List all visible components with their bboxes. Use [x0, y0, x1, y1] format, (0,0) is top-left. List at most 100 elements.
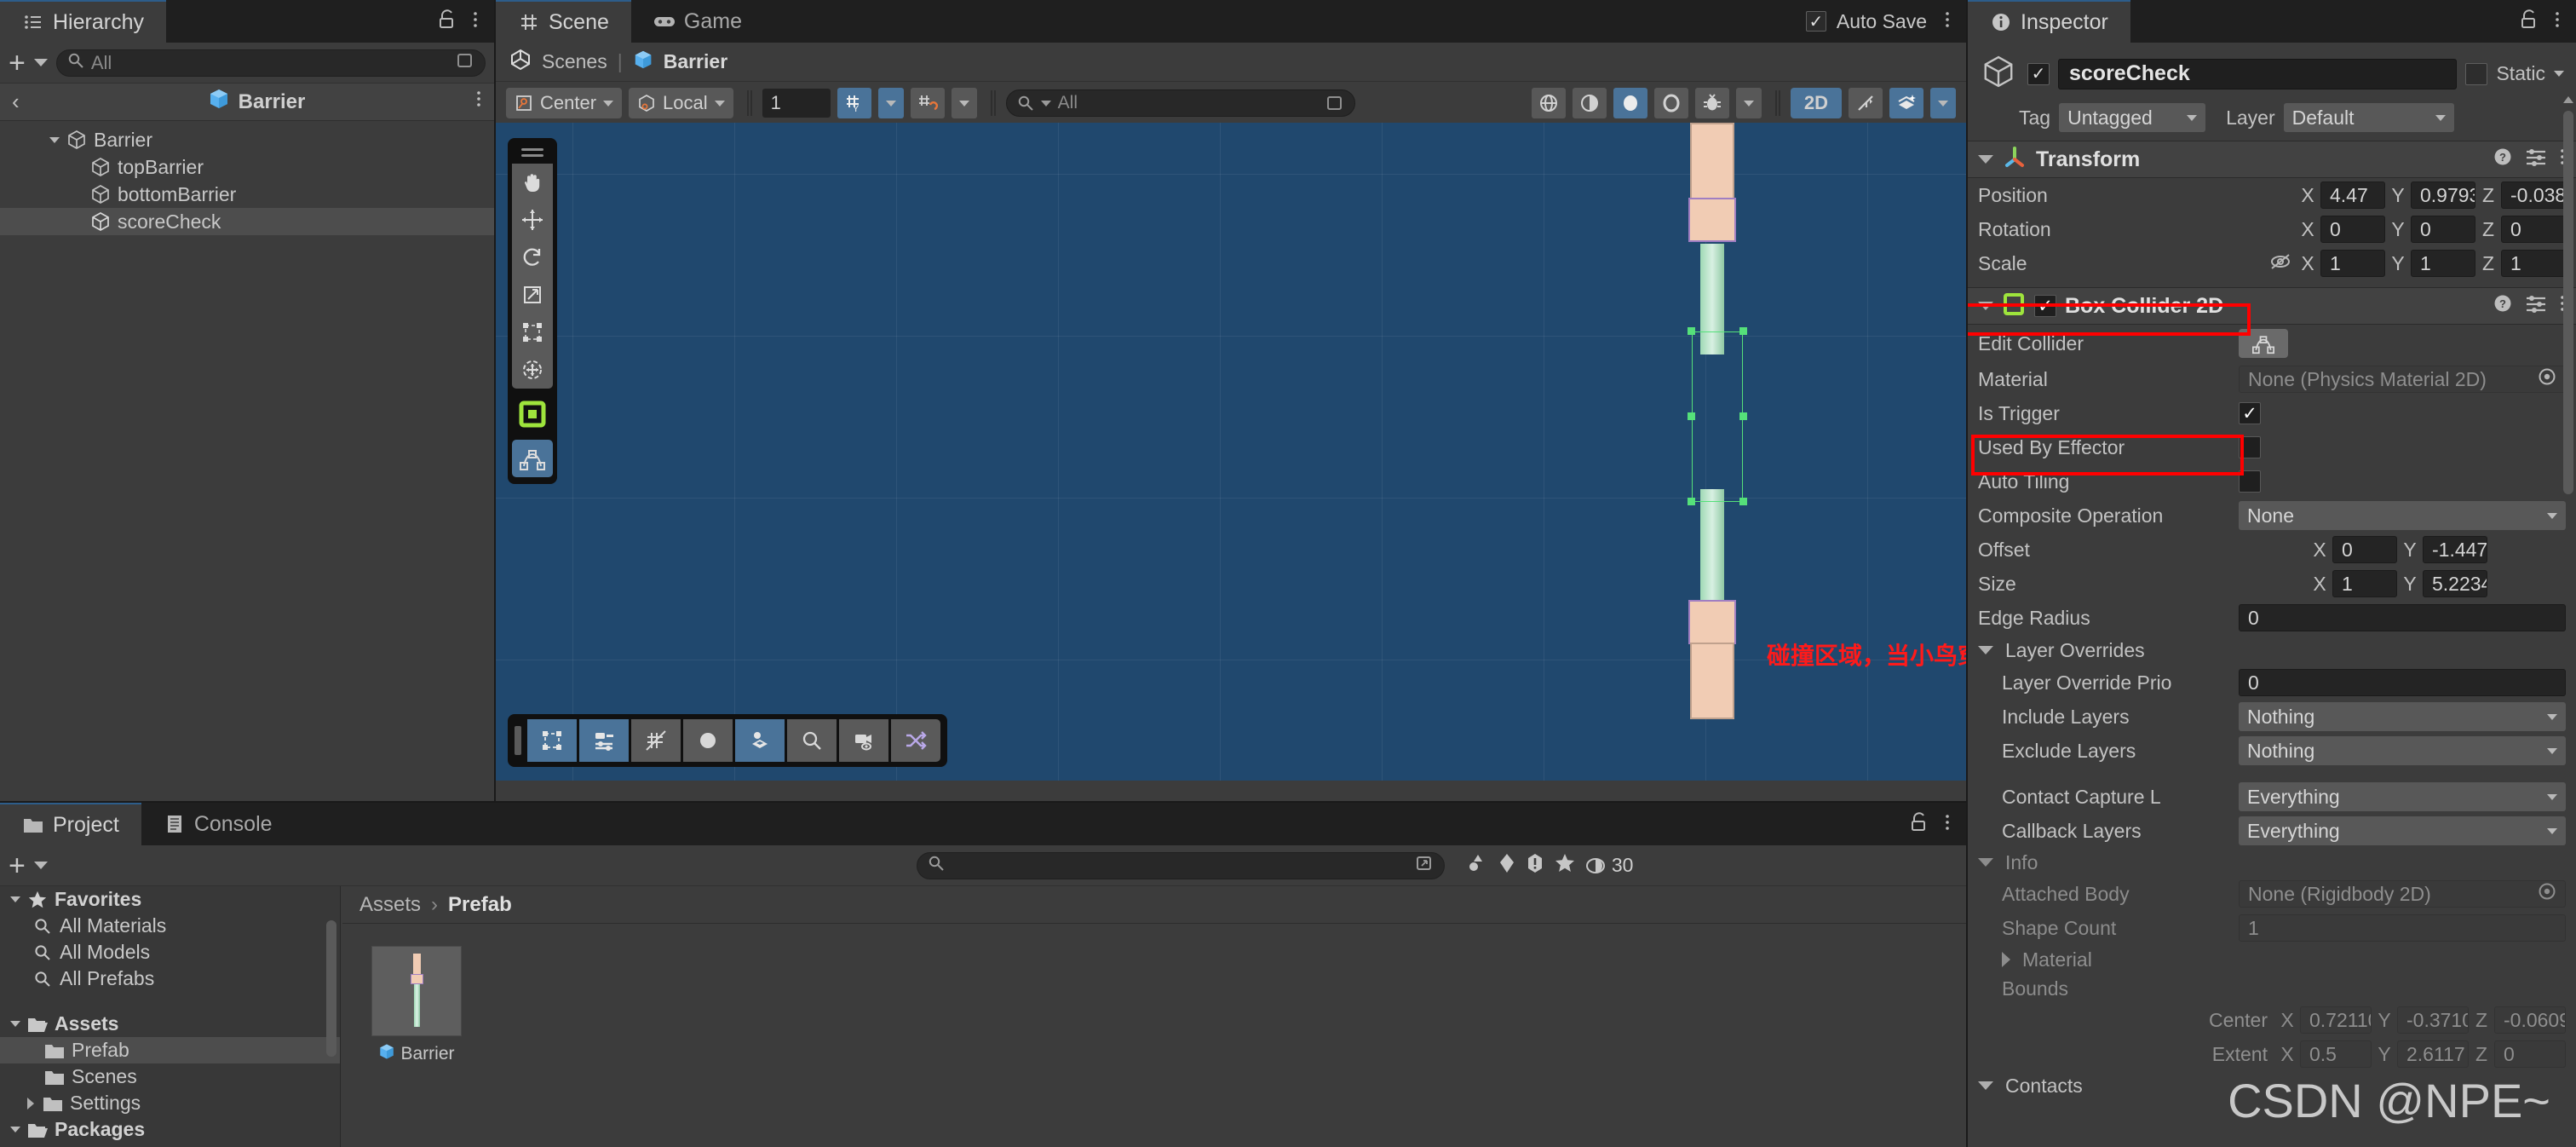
edge-radius-field[interactable]: 0 — [2239, 604, 2566, 631]
scene-search[interactable]: All — [1005, 89, 1355, 117]
project-search-input[interactable] — [951, 854, 1408, 877]
scene-audio-button[interactable] — [1572, 88, 1607, 118]
hierarchy-search-input[interactable] — [90, 51, 449, 74]
expand-arrow-icon[interactable] — [44, 136, 65, 143]
expand-arrow-icon[interactable] — [1978, 858, 1993, 867]
overlay-camera-button[interactable] — [839, 719, 888, 762]
project-tree-item-all-models[interactable]: All Models — [0, 939, 340, 965]
kebab-menu-icon[interactable] — [472, 9, 479, 34]
selection-handle[interactable] — [1739, 412, 1747, 420]
filter-favorites-icon[interactable] — [1554, 852, 1576, 879]
scene-fx-button[interactable] — [1889, 88, 1923, 118]
hierarchy-item-barrier[interactable]: Barrier — [0, 126, 494, 153]
tab-game[interactable]: Game — [630, 0, 764, 43]
preset-icon[interactable] — [2525, 293, 2547, 319]
size-x-field[interactable]: 1 — [2332, 570, 2397, 597]
search-filter-icon[interactable] — [456, 52, 474, 73]
tab-hierarchy[interactable]: Hierarchy — [0, 0, 166, 43]
overlay-grid-button[interactable] — [631, 719, 681, 762]
custom-editor-tool-button[interactable] — [512, 440, 553, 477]
overlay-rect-tool-button[interactable] — [527, 719, 577, 762]
selection-handle[interactable] — [1688, 412, 1695, 420]
position-x-field[interactable]: 4.47 — [2320, 182, 2385, 209]
overlay-grip[interactable] — [521, 148, 543, 151]
lock-icon[interactable] — [1910, 811, 1929, 837]
scale-x-field[interactable]: 1 — [2320, 250, 2385, 277]
project-tree-item-packages[interactable]: Packages — [0, 1116, 340, 1143]
scene-fx-outline-button[interactable] — [1653, 88, 1688, 118]
scene-breadcrumb-scenes[interactable]: Scenes — [542, 50, 607, 73]
collapse-arrow-icon[interactable] — [20, 1097, 41, 1110]
project-tree-item-all-materials[interactable]: All Materials — [0, 913, 340, 939]
rotate-tool-button[interactable] — [512, 239, 553, 276]
grid-snap-y-button[interactable]: Y — [837, 88, 871, 118]
offset-x-field[interactable]: 0 — [2332, 536, 2397, 563]
overlay-grip[interactable] — [515, 726, 521, 755]
scene-viewport[interactable]: 碰撞区域，当小鸟穿过时，触发trigger，执行加分函数 — [496, 123, 1966, 781]
collider-selection-rect[interactable] — [1692, 331, 1743, 502]
is-trigger-checkbox[interactable]: ✓ — [2239, 402, 2261, 424]
layer-override-priority-field[interactable]: 0 — [2239, 669, 2566, 696]
create-asset-button[interactable]: + — [9, 851, 26, 880]
inspector-scrollbar[interactable] — [2563, 111, 2573, 494]
overlay-shuffle-button[interactable] — [891, 719, 940, 762]
add-gameobject-button[interactable]: + — [9, 49, 26, 78]
constrain-proportions-icon[interactable] — [2269, 252, 2291, 275]
kebab-menu-icon[interactable] — [1944, 9, 1951, 34]
info-material-foldout[interactable]: Material — [1968, 945, 2576, 974]
hierarchy-search[interactable] — [55, 49, 486, 77]
object-enabled-checkbox[interactable]: ✓ — [2027, 62, 2050, 85]
object-picker-icon[interactable] — [2538, 367, 2556, 391]
expand-arrow-icon[interactable] — [1978, 1081, 1993, 1090]
expand-arrow-icon[interactable] — [5, 896, 26, 902]
move-tool-button[interactable] — [512, 201, 553, 239]
overlay-grip[interactable] — [521, 154, 543, 157]
chevron-down-icon[interactable] — [714, 100, 725, 107]
layer-dropdown[interactable]: Default — [2283, 103, 2454, 132]
contacts-foldout[interactable]: Contacts — [1968, 1071, 2576, 1100]
project-tree-scrollbar[interactable] — [326, 920, 336, 1057]
position-z-field[interactable]: -0.0380 — [2501, 182, 2566, 209]
exclude-layers-dropdown[interactable]: Nothing — [2239, 736, 2566, 765]
chevron-down-icon[interactable] — [603, 100, 614, 107]
hand-tool-button[interactable] — [512, 164, 553, 201]
transform-component-header[interactable]: Transform ? — [1968, 141, 2576, 178]
rotation-x-field[interactable]: 0 — [2320, 216, 2385, 243]
static-checkbox[interactable] — [2465, 62, 2488, 85]
scale-tool-button[interactable] — [512, 276, 553, 314]
lock-icon[interactable] — [438, 9, 457, 34]
asset-item-barrier[interactable]: Barrier — [371, 946, 462, 1065]
selection-handle[interactable] — [1739, 498, 1747, 505]
filter-warnings-icon[interactable] — [1525, 852, 1545, 879]
visible-count[interactable]: 30 — [1584, 854, 1633, 877]
edit-collider-button[interactable] — [2239, 329, 2288, 358]
callback-layers-dropdown[interactable]: Everything — [2239, 816, 2566, 845]
rotation-y-field[interactable]: 0 — [2411, 216, 2475, 243]
preset-icon[interactable] — [2525, 147, 2547, 172]
help-icon[interactable]: ? — [2493, 147, 2513, 172]
grid-size-input[interactable]: 1 — [762, 89, 831, 118]
search-expand-icon[interactable] — [1415, 855, 1434, 876]
composite-operation-dropdown[interactable]: None — [2239, 501, 2566, 530]
project-tree-item-scenes[interactable]: Scenes — [0, 1063, 340, 1090]
snap-increment-button[interactable] — [910, 88, 945, 118]
assets-breadcrumb-root[interactable]: Assets — [359, 893, 421, 917]
hierarchy-item-scorecheck[interactable]: scoreCheck — [0, 208, 494, 235]
overlay-settings-button[interactable] — [579, 719, 629, 762]
scene-breadcrumb-object[interactable]: Barrier — [664, 50, 727, 73]
contact-capture-layers-dropdown[interactable]: Everything — [2239, 782, 2566, 811]
scene-lighting-button[interactable] — [1531, 88, 1566, 118]
lock-icon[interactable] — [2520, 9, 2539, 34]
help-icon[interactable]: ? — [2493, 293, 2513, 319]
back-arrow-icon[interactable]: ‹ — [12, 89, 37, 115]
project-tree-item-favorites[interactable]: Favorites — [0, 886, 340, 913]
filter-by-label-icon[interactable] — [1498, 852, 1516, 879]
rect-tool-button[interactable] — [512, 314, 553, 351]
search-filter-caret-icon[interactable] — [1040, 100, 1051, 107]
scroll-up-arrow-icon[interactable] — [2562, 92, 2574, 107]
add-dropdown-caret-icon[interactable] — [33, 59, 48, 66]
prefab-header-kebab-icon[interactable] — [475, 89, 482, 115]
tab-console[interactable]: Console — [141, 803, 295, 845]
create-dropdown-caret-icon[interactable] — [33, 862, 48, 869]
scene-debug-dropdown[interactable] — [1735, 88, 1762, 118]
